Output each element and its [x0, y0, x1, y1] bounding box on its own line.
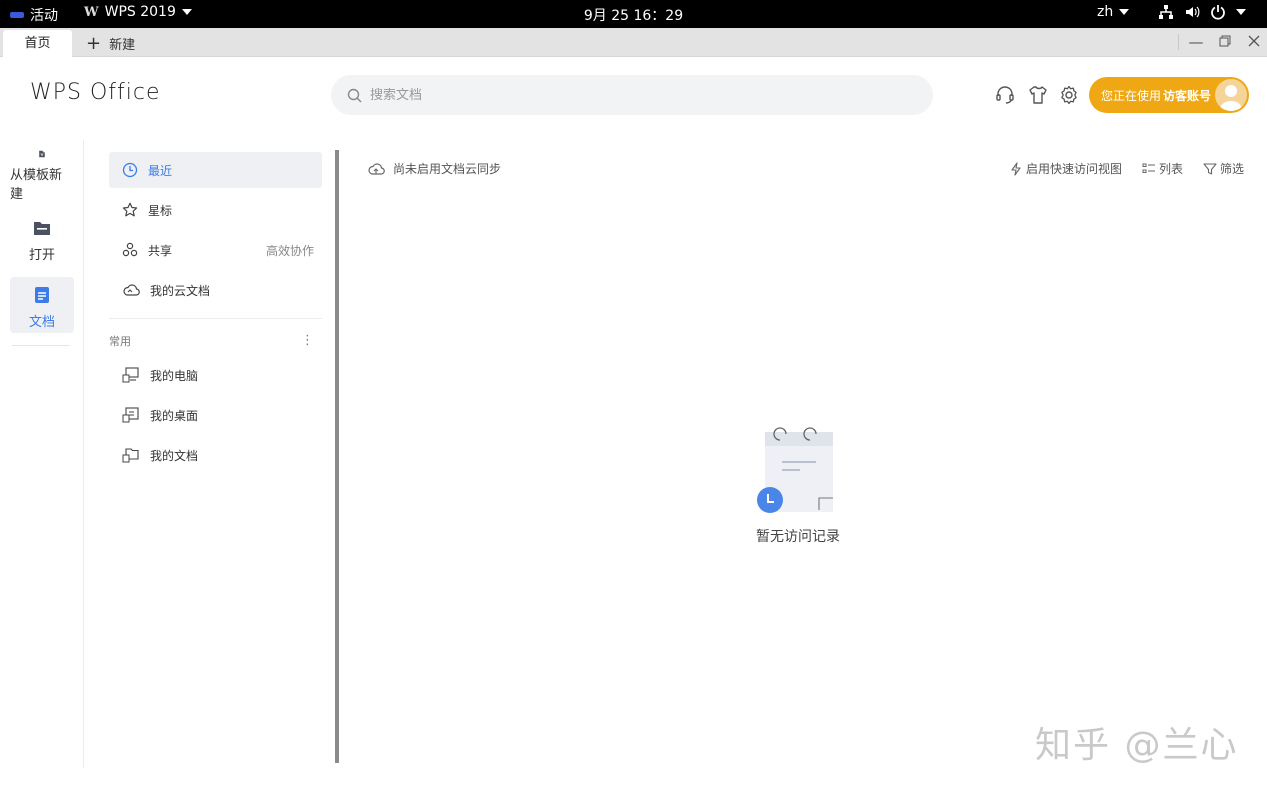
language-label: zh: [1097, 4, 1114, 20]
filter-button[interactable]: 筛选: [1203, 160, 1244, 177]
panel-item-cloud-docs[interactable]: 我的云文档: [109, 272, 322, 308]
panel-item-my-computer[interactable]: 我的电脑: [109, 357, 322, 393]
panel-item-label: 我的电脑: [150, 368, 199, 383]
clock[interactable]: 9月 25 16：29: [584, 8, 683, 24]
cloud-sync-label: 尚未启用文档云同步: [393, 162, 502, 176]
nav-template-new[interactable]: 从模板新建: [10, 142, 74, 202]
skin-button[interactable]: [1027, 84, 1049, 106]
left-navigation: 从模板新建 打开 文档: [0, 140, 84, 768]
app-menu-label: WPS 2019: [104, 4, 176, 20]
chevron-down-icon: [1236, 9, 1246, 15]
system-top-bar: 活动 W WPS 2019 9月 25 16：29 zh: [0, 0, 1267, 28]
close-button[interactable]: [1245, 33, 1263, 51]
folder-icon: [34, 222, 50, 235]
activities-icon: [10, 12, 24, 18]
close-icon: [1248, 35, 1260, 47]
customer-service-button[interactable]: [994, 84, 1016, 106]
quick-access-toggle[interactable]: 启用快速访问视图: [1009, 160, 1122, 177]
panel-item-label: 共享: [148, 243, 173, 258]
my-documents-icon: [122, 448, 139, 463]
list-view-label: 列表: [1159, 162, 1184, 176]
window-controls-divider: [1178, 34, 1179, 50]
search-icon: [347, 88, 362, 102]
user-avatar-icon: [1220, 85, 1242, 111]
cloud-sync-icon: [368, 162, 385, 175]
nav-divider: [12, 345, 70, 346]
lightning-icon: [1011, 161, 1021, 176]
panel-resize-handle[interactable]: [335, 150, 339, 763]
panel-item-label: 我的文档: [150, 448, 199, 463]
settings-button[interactable]: [1058, 84, 1080, 106]
collaboration-link[interactable]: 高效协作: [266, 242, 314, 259]
nav-open[interactable]: 打开: [10, 210, 74, 266]
tab-new[interactable]: + 新建: [86, 34, 135, 53]
restore-icon: [1219, 35, 1231, 47]
common-section-header: 常用 ⋮: [109, 333, 322, 349]
filter-icon: [1203, 162, 1217, 175]
volume-icon: [1186, 6, 1200, 18]
panel-divider: [109, 318, 322, 319]
empty-state: 暂无访问记录: [740, 424, 856, 546]
wps-app-icon: W: [84, 4, 99, 20]
watermark: 知乎 @兰心: [1035, 725, 1239, 766]
network-icon: [1159, 5, 1173, 19]
quick-access-label: 启用快速访问视图: [1026, 162, 1123, 176]
share-icon: [122, 242, 138, 257]
list-icon: [1142, 163, 1156, 173]
minimize-button[interactable]: —: [1187, 33, 1205, 51]
headset-icon: [996, 86, 1014, 104]
document-icon: [35, 287, 49, 303]
account-name: 访客账号: [1163, 88, 1212, 103]
empty-state-label: 暂无访问记录: [756, 529, 840, 545]
system-tray[interactable]: [1158, 4, 1246, 20]
clock-icon: [122, 162, 138, 178]
nav-documents[interactable]: 文档: [10, 277, 74, 333]
nav-label: 从模板新建: [10, 168, 63, 202]
account-button[interactable]: 您正在使用 访客账号: [1089, 77, 1249, 113]
panel-item-label: 星标: [148, 203, 173, 218]
computer-icon: [122, 367, 139, 383]
tab-home[interactable]: 首页: [3, 30, 72, 57]
cloud-icon: [123, 284, 140, 296]
power-icon: [1211, 5, 1225, 20]
restore-button[interactable]: [1216, 33, 1234, 51]
search-input[interactable]: [370, 87, 910, 103]
nav-label: 打开: [28, 248, 55, 263]
panel-item-label: 我的云文档: [150, 283, 211, 298]
chevron-down-icon: [1119, 9, 1130, 15]
account-prefix: 您正在使用: [1101, 88, 1162, 103]
template-new-icon: [39, 150, 45, 158]
common-section-label: 常用: [109, 335, 131, 348]
panel-item-recent[interactable]: 最近: [109, 152, 322, 188]
cloud-sync-status[interactable]: 尚未启用文档云同步: [367, 160, 501, 177]
avatar: [1215, 79, 1247, 111]
document-panel: 最近 星标 共享 高效协作 我的云文档 常用 ⋮ 我的电脑 我的桌面 我的文档: [109, 152, 322, 477]
language-menu[interactable]: zh: [1097, 4, 1130, 20]
activities-button[interactable]: 活动: [10, 5, 58, 25]
shirt-icon: [1029, 86, 1047, 104]
wps-office-logo: WPS Office: [30, 80, 161, 105]
tab-bar: 首页 + 新建 —: [0, 28, 1267, 57]
content-toolbar: 启用快速访问视图 列表 筛选: [1009, 160, 1244, 177]
panel-item-my-documents[interactable]: 我的文档: [109, 437, 322, 473]
panel-item-my-desktop[interactable]: 我的桌面: [109, 397, 322, 433]
activities-label: 活动: [30, 8, 58, 24]
more-options-icon[interactable]: ⋮: [301, 334, 314, 347]
panel-item-starred[interactable]: 星标: [109, 192, 322, 228]
panel-item-shared[interactable]: 共享 高效协作: [109, 232, 322, 268]
panel-item-label: 最近: [148, 163, 173, 178]
empty-calendar-icon: [757, 427, 833, 513]
panel-item-label: 我的桌面: [150, 408, 199, 423]
chevron-down-icon: [181, 9, 192, 15]
search-bar[interactable]: [331, 75, 933, 115]
desktop-icon: [122, 407, 139, 423]
star-icon: [122, 202, 138, 217]
tab-new-label: 新建: [109, 38, 136, 53]
app-menu[interactable]: W WPS 2019: [84, 4, 192, 20]
gear-icon: [1061, 85, 1077, 105]
list-view-button[interactable]: 列表: [1142, 160, 1183, 177]
filter-label: 筛选: [1220, 162, 1245, 176]
nav-label: 文档: [28, 315, 55, 330]
plus-icon: +: [86, 32, 102, 54]
